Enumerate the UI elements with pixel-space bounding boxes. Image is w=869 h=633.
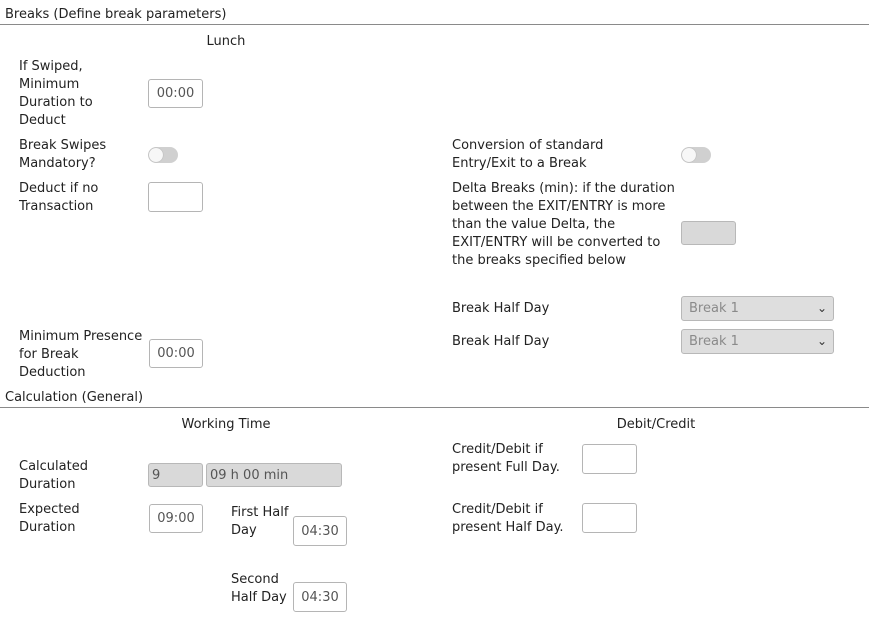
break-half-day-select-1[interactable]: Break 1 ⌄	[681, 296, 834, 321]
calculated-duration-text-input[interactable]	[206, 463, 342, 487]
breaks-section-divider	[0, 24, 869, 25]
deduct-no-transaction-label: Deduct if no Transaction	[19, 181, 99, 214]
second-half-day-label: Second Half Day	[231, 572, 287, 605]
break-half-day-select-2-value: Break 1	[689, 334, 739, 349]
credit-full-day-label: Credit/Debit if present Full Day.	[452, 442, 560, 475]
first-half-day-input[interactable]	[293, 516, 347, 546]
deduct-no-transaction-input[interactable]	[148, 182, 203, 212]
credit-half-day-input[interactable]	[582, 503, 637, 533]
break-half-day-select-1-value: Break 1	[689, 301, 739, 316]
credit-half-day-label: Credit/Debit if present Half Day.	[452, 502, 564, 535]
min-duration-label: If Swiped, Minimum Duration to Deduct	[19, 59, 93, 128]
conversion-label: Conversion of standard Entry/Exit to a B…	[452, 138, 604, 171]
break-half-day-label-1: Break Half Day	[452, 301, 550, 316]
min-presence-input[interactable]	[149, 339, 203, 368]
first-half-day-label: First Half Day	[231, 505, 289, 538]
swipes-mandatory-label: Break Swipes Mandatory?	[19, 138, 107, 171]
lunch-header: Lunch	[206, 34, 246, 49]
delta-breaks-label: Delta Breaks (min): if the duration betw…	[452, 181, 675, 268]
break-half-day-label-2: Break Half Day	[452, 334, 550, 349]
breaks-section-title: Breaks (Define break parameters)	[5, 7, 227, 22]
min-presence-label: Minimum Presence for Break Deduction	[19, 329, 143, 380]
calculated-hours-input[interactable]	[148, 463, 203, 487]
delta-breaks-input[interactable]	[681, 221, 736, 245]
expected-duration-input[interactable]	[149, 504, 203, 533]
chevron-down-icon: ⌄	[816, 301, 827, 315]
toggle-knob	[149, 148, 163, 162]
calculated-duration-label: Calculated Duration	[19, 459, 88, 492]
second-half-day-input[interactable]	[293, 582, 347, 612]
conversion-toggle[interactable]	[681, 147, 711, 163]
credit-full-day-input[interactable]	[582, 444, 637, 474]
calculation-section-title: Calculation (General)	[5, 390, 144, 405]
expected-duration-label: Expected Duration	[19, 502, 80, 535]
break-half-day-select-2[interactable]: Break 1 ⌄	[681, 329, 834, 354]
calculation-section-divider	[0, 407, 869, 408]
chevron-down-icon: ⌄	[816, 334, 827, 348]
swipes-mandatory-toggle[interactable]	[148, 147, 178, 163]
debit-credit-header: Debit/Credit	[616, 417, 696, 432]
working-time-header: Working Time	[181, 417, 271, 432]
min-duration-input[interactable]	[148, 79, 203, 108]
toggle-knob	[682, 148, 696, 162]
